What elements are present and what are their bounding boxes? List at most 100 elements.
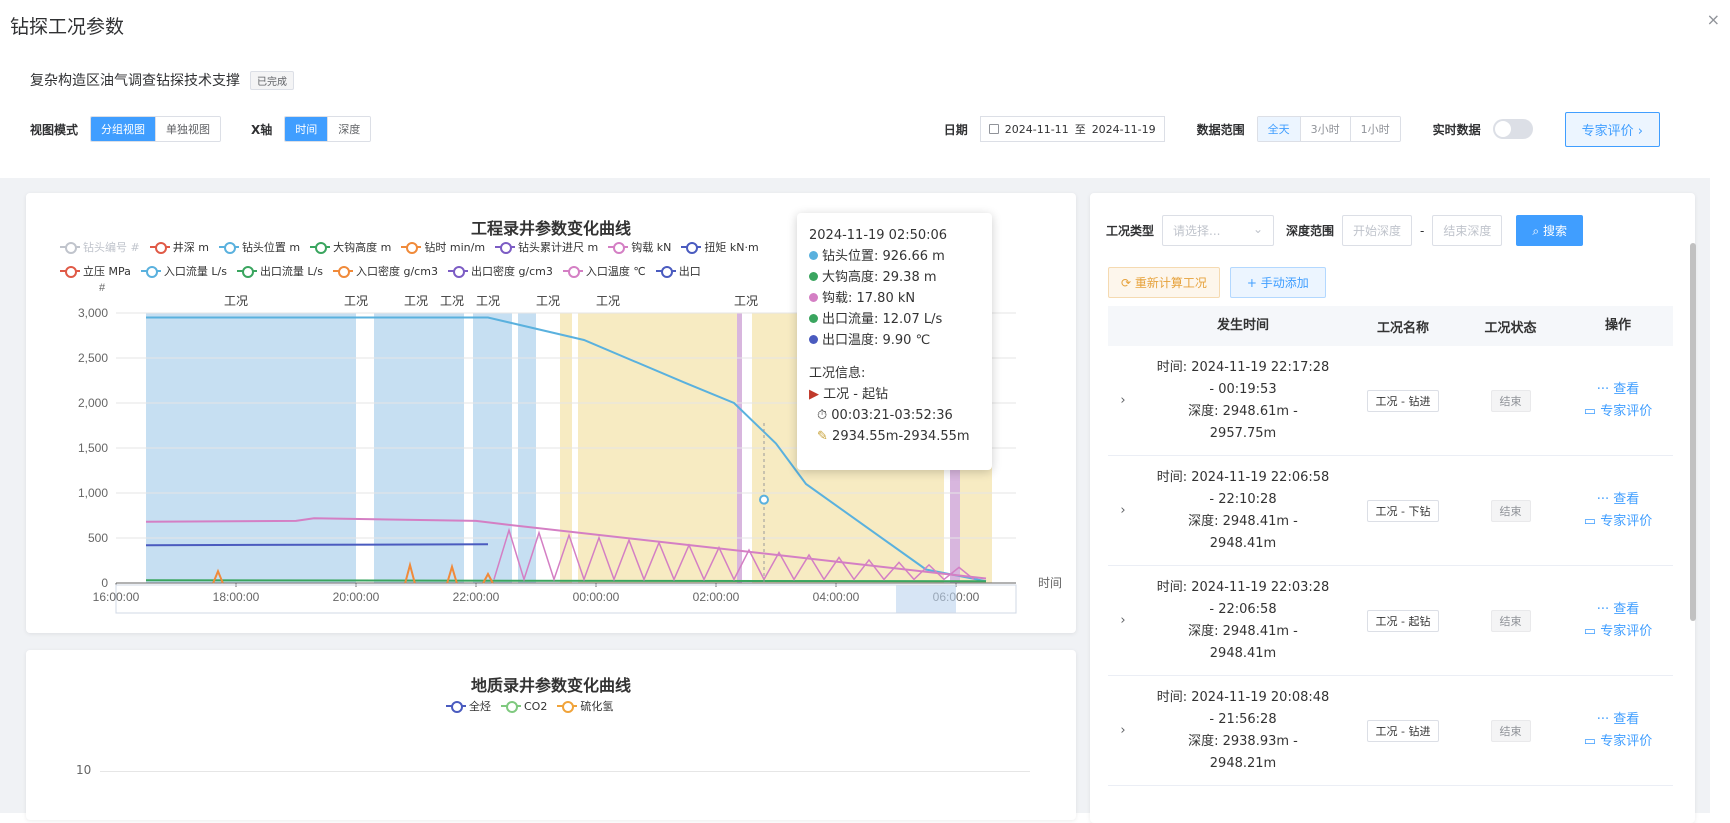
tooltip-item-label: 出口温度: 9.90 ℃ — [822, 333, 931, 348]
table-header: 发生时间 工况名称 工况状态 操作 — [1108, 306, 1673, 346]
row-time-start: 时间: 2024-11-19 22:03:28 — [1156, 579, 1330, 595]
expand-chevron-icon[interactable]: › — [1108, 503, 1138, 518]
legend-marker-icon — [557, 701, 578, 713]
legend-label: 全烃 — [469, 700, 491, 713]
more-icon: ··· — [1596, 711, 1610, 727]
legend-item[interactable]: CO2 — [501, 698, 547, 714]
depth-start-input[interactable]: 开始深度 — [1342, 215, 1413, 246]
y-unit-label: # — [99, 282, 106, 294]
view-link[interactable]: ··· 查看 — [1563, 599, 1673, 621]
row-depth-end: 2948.41m — [1209, 535, 1277, 551]
tooltip-info-type-row: ▶ 工况 - 起钻 — [809, 384, 980, 405]
tooltip-item-label: 大钩高度: 29.38 m — [822, 270, 937, 285]
row-condition-name: 工况 - 钻进 — [1366, 389, 1440, 412]
view-link[interactable]: ··· 查看 — [1563, 489, 1673, 511]
row-condition-name: 工况 - 起钻 — [1366, 609, 1440, 632]
band-label: 工况 — [596, 294, 620, 308]
project-name: 复杂构造区油气调查钻探技术支撑 — [30, 73, 240, 89]
xaxis-label: X轴 — [251, 122, 273, 137]
recalculate-button[interactable]: ⟳ 重新计算工况 — [1108, 267, 1220, 298]
view-link[interactable]: ··· 查看 — [1563, 709, 1673, 731]
range-all-day[interactable]: 全天 — [1257, 117, 1301, 141]
realtime-switch[interactable] — [1492, 119, 1533, 139]
expert-evaluation-link[interactable]: ▭ 专家评价 — [1563, 621, 1673, 643]
x-tick-label: 18:00:00 — [213, 590, 260, 604]
range-toggle: 全天 3小时 1小时 — [1256, 116, 1401, 142]
legend-label: CO2 — [524, 699, 548, 713]
more-icon: ··· — [1596, 491, 1610, 507]
toolbar: 视图模式 分组视图 单独视图 X轴 时间 深度 日期 2024-11-11 至 … — [30, 111, 1660, 147]
row-status-badge: 结束 — [1490, 389, 1531, 412]
date-start: 2024-11-11 — [1004, 122, 1069, 136]
expert-evaluation-button[interactable]: 专家评价 › — [1564, 111, 1660, 147]
search-icon: ⌕ — [1532, 224, 1540, 238]
xaxis-time[interactable]: 时间 — [285, 117, 329, 141]
depth-separator: - — [1420, 223, 1425, 238]
view-link-label: 查看 — [1613, 601, 1640, 617]
xaxis-depth[interactable]: 深度 — [328, 117, 371, 141]
legend-marker-icon — [446, 701, 466, 713]
y-tick-label: 2,500 — [78, 351, 108, 365]
condition-list-card: 工况类型 请选择... ⌄ 深度范围 开始深度 - 结束深度 ⌕ 搜索 ⟳ 重新… — [1090, 193, 1696, 823]
more-icon: ··· — [1596, 381, 1610, 397]
close-icon[interactable]: × — [1707, 10, 1720, 29]
expert-link-label: 专家评价 — [1600, 733, 1653, 749]
row-status-badge: 结束 — [1490, 719, 1531, 742]
date-separator: 至 — [1074, 123, 1086, 136]
status-badge: 已完成 — [250, 70, 294, 90]
x-tick-label: 04:00:00 — [813, 590, 860, 604]
row-time-end: - 00:19:53 — [1209, 381, 1277, 397]
flag-icon: ▶ — [809, 387, 819, 402]
view-mode-grouped[interactable]: 分组视图 — [91, 117, 157, 141]
view-mode-toggle: 分组视图 单独视图 — [90, 116, 222, 142]
range-1h[interactable]: 1小时 — [1350, 117, 1400, 141]
series-dot-icon — [809, 293, 818, 302]
y-tick-label: 1,000 — [78, 486, 108, 500]
view-link[interactable]: ··· 查看 — [1563, 379, 1673, 401]
expert-link-label: 专家评价 — [1600, 623, 1653, 639]
expand-chevron-icon[interactable]: › — [1108, 723, 1138, 738]
chart2-ytick: 10 — [76, 763, 92, 777]
depth-end-input[interactable]: 结束深度 — [1432, 215, 1503, 246]
y-tick-label: 3,000 — [78, 306, 108, 320]
tooltip-info-time-row: ⏱ 00:03:21-03:52:36 — [809, 405, 980, 426]
tooltip-item: 大钩高度: 29.38 m — [809, 267, 980, 288]
expert-evaluation-link[interactable]: ▭ 专家评价 — [1563, 401, 1673, 423]
tooltip-info-time: 00:03:21-03:52:36 — [831, 408, 953, 423]
row-depth-start: 深度: 2948.61m - — [1188, 403, 1298, 419]
expand-chevron-icon[interactable]: › — [1108, 393, 1138, 408]
tooltip-item: 出口温度: 9.90 ℃ — [809, 330, 980, 351]
depth-label: 深度范围 — [1286, 224, 1335, 238]
clock-icon: ⏱ — [817, 408, 828, 423]
row-time-cell: 时间: 2024-11-19 20:08:48 - 21:56:28 深度: 293… — [1138, 687, 1348, 775]
band-label: 工况 — [476, 294, 500, 308]
expand-chevron-icon[interactable]: › — [1108, 613, 1138, 628]
view-link-label: 查看 — [1613, 711, 1640, 727]
row-time-end: - 22:06:58 — [1209, 601, 1277, 617]
more-icon: ··· — [1596, 601, 1610, 617]
condition-table: 发生时间 工况名称 工况状态 操作 › 时间: 2024-11-19 22:17:… — [1108, 306, 1673, 786]
zoom-handle — [896, 585, 956, 613]
type-select[interactable]: 请选择... ⌄ — [1162, 215, 1275, 246]
scrollbar[interactable] — [1690, 243, 1696, 621]
expert-evaluation-link[interactable]: ▭ 专家评价 — [1563, 731, 1673, 753]
date-range-picker[interactable]: 2024-11-11 至 2024-11-19 — [979, 116, 1165, 142]
view-link-label: 查看 — [1613, 381, 1640, 397]
manual-add-button[interactable]: + 手动添加 — [1229, 267, 1326, 298]
col-actions: 操作 — [1604, 318, 1631, 333]
tooltip-item: 钩载: 17.80 kN — [809, 288, 980, 309]
expert-evaluation-link[interactable]: ▭ 专家评价 — [1563, 511, 1673, 533]
range-3h[interactable]: 3小时 — [1300, 117, 1351, 141]
legend-item[interactable]: 全烃 — [446, 698, 491, 714]
tooltip-items: 钻头位置: 926.66 m 大钩高度: 29.38 m 钩载: 17.80 kN 出… — [809, 246, 980, 351]
x-tick-label: 02:00:00 — [693, 590, 740, 604]
tooltip-time: 2024-11-19 02:50:06 — [809, 228, 948, 243]
row-time-end: - 22:10:28 — [1209, 491, 1277, 507]
tooltip-item: 出口流量: 12.07 L/s — [809, 309, 980, 330]
type-label: 工况类型 — [1106, 224, 1155, 238]
y-tick-label: 1,500 — [78, 441, 108, 455]
legend-item[interactable]: 硫化氢 — [557, 698, 613, 714]
search-button[interactable]: ⌕ 搜索 — [1516, 215, 1583, 246]
view-mode-single[interactable]: 单独视图 — [156, 117, 221, 141]
x-tick-label: 00:00:00 — [573, 590, 620, 604]
